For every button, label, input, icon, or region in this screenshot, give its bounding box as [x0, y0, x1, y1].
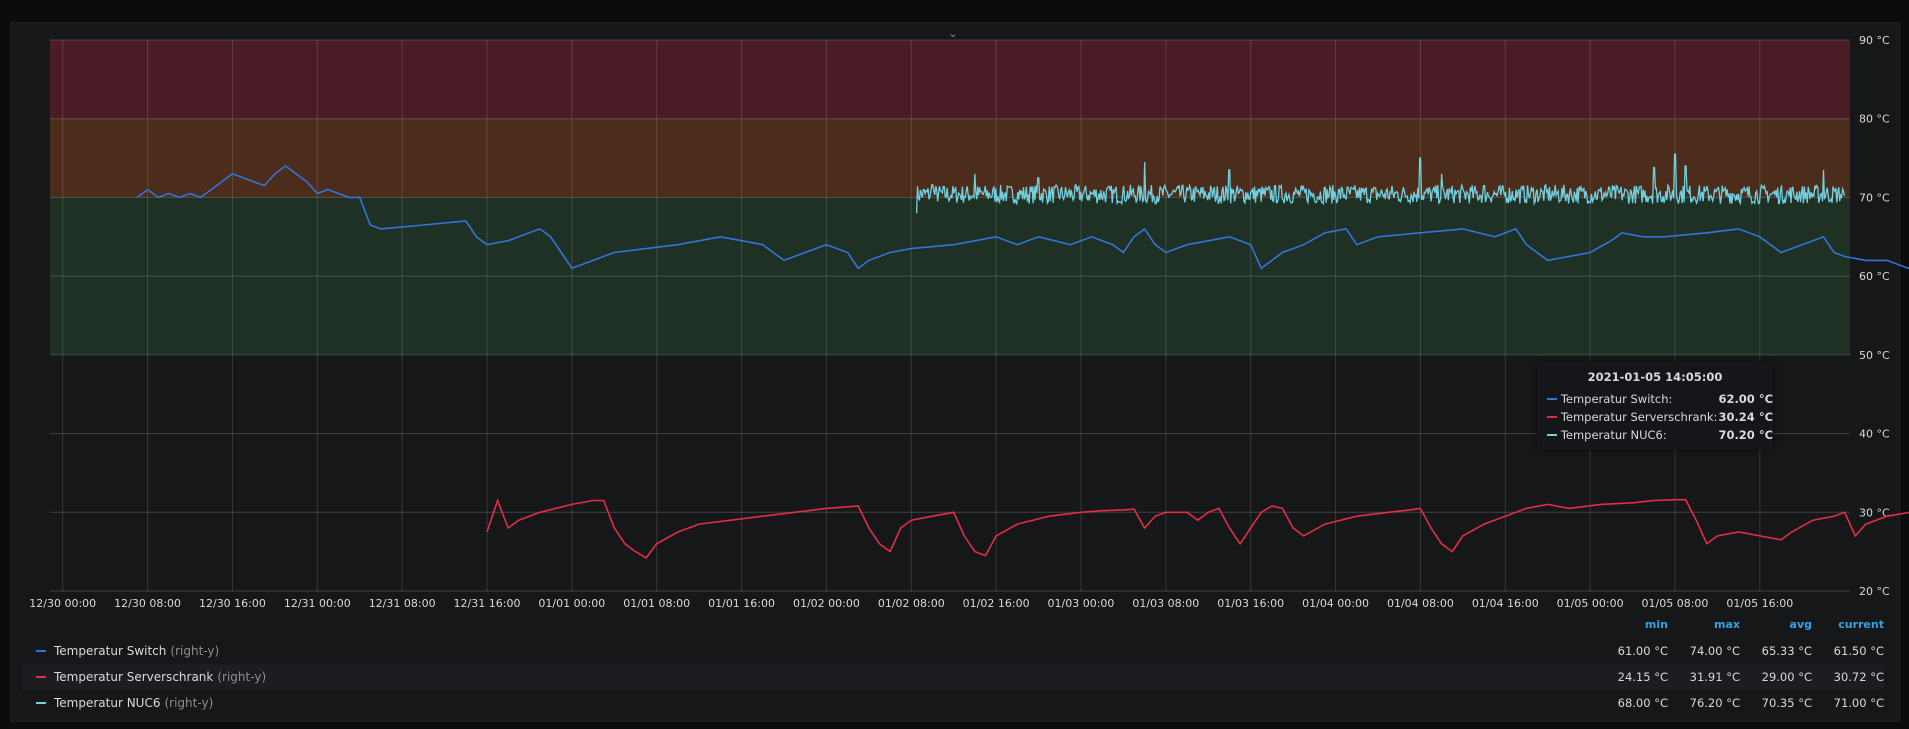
threshold-band — [50, 118, 1850, 198]
legend-row-serverschrank[interactable]: Temperatur Serverschrank (right-y) 24.15… — [22, 664, 1884, 690]
tooltip-swatch — [1547, 398, 1557, 400]
legend-series-name[interactable]: Temperatur Serverschrank — [54, 670, 213, 684]
x-tick-label: 12/30 16:00 — [199, 597, 266, 610]
legend-row-switch[interactable]: Temperatur Switch (right-y) 61.00 °C 74.… — [22, 638, 1884, 664]
hover-tooltip: 2021-01-05 14:05:00 Temperatur Switch: 6… — [1537, 362, 1773, 450]
x-tick-label: 01/01 16:00 — [708, 597, 775, 610]
legend-avg: 29.00 °C — [1761, 670, 1812, 684]
x-tick-label: 12/30 08:00 — [114, 597, 181, 610]
x-tick-label: 01/04 00:00 — [1302, 597, 1369, 610]
legend-min: 24.15 °C — [1617, 670, 1668, 684]
legend-axis-hint: (right-y) — [164, 696, 214, 710]
y-tick-label: 90 °C — [1859, 34, 1890, 47]
x-tick-label: 01/05 00:00 — [1557, 597, 1624, 610]
tooltip-swatch — [1547, 416, 1557, 418]
x-tick-label: 01/01 00:00 — [538, 597, 605, 610]
legend-values: 61.00 °C 74.00 °C 65.33 °C 61.50 °C — [1596, 638, 1884, 664]
x-tick-label: 12/30 00:00 — [29, 597, 96, 610]
legend-max: 76.20 °C — [1689, 696, 1740, 710]
series-color-swatch[interactable] — [36, 650, 46, 652]
legend-max: 74.00 °C — [1689, 644, 1740, 658]
temperature-chart[interactable]: 90 °C80 °C70 °C60 °C50 °C40 °C30 °C20 °C… — [0, 0, 1909, 620]
tooltip-row-nuc6: Temperatur NUC6: 70.20 °C — [1537, 426, 1773, 444]
legend-values: 24.15 °C 31.91 °C 29.00 °C 30.72 °C — [1596, 664, 1884, 690]
x-tick-label: 12/31 00:00 — [284, 597, 351, 610]
tooltip-row-serverschrank: Temperatur Serverschrank: 30.24 °C — [1537, 408, 1773, 426]
y-tick-label: 80 °C — [1859, 113, 1890, 126]
y-tick-label: 70 °C — [1859, 191, 1890, 204]
x-tick-label: 01/05 08:00 — [1642, 597, 1709, 610]
legend-row-nuc6[interactable]: Temperatur NUC6 (right-y) 68.00 °C 76.20… — [22, 690, 1884, 716]
x-tick-label: 01/03 08:00 — [1132, 597, 1199, 610]
tooltip-title: 2021-01-05 14:05:00 — [1587, 370, 1723, 384]
y-tick-label: 20 °C — [1859, 585, 1890, 598]
series-color-swatch[interactable] — [36, 676, 46, 678]
series-color-swatch[interactable] — [36, 702, 46, 704]
x-tick-label: 01/02 00:00 — [793, 597, 860, 610]
legend-current: 71.00 °C — [1833, 696, 1884, 710]
legend-axis-hint: (right-y) — [217, 670, 267, 684]
legend-axis-hint: (right-y) — [170, 644, 220, 658]
tooltip-swatch — [1547, 434, 1557, 436]
legend-series-name[interactable]: Temperatur NUC6 — [54, 696, 160, 710]
legend-max: 31.91 °C — [1689, 670, 1740, 684]
x-tick-label: 12/31 16:00 — [454, 597, 521, 610]
x-tick-label: 01/02 08:00 — [878, 597, 945, 610]
x-tick-label: 12/31 08:00 — [369, 597, 436, 610]
tooltip-series-value: 62.00 °C — [1718, 392, 1774, 406]
legend-min: 68.00 °C — [1617, 696, 1668, 710]
legend-header-avg[interactable]: avg — [1740, 618, 1812, 636]
tooltip-series-name: Temperatur Serverschrank: — [1560, 410, 1718, 424]
legend-header-max[interactable]: max — [1668, 618, 1740, 636]
y-tick-label: 60 °C — [1859, 270, 1890, 283]
x-tick-label: 01/04 16:00 — [1472, 597, 1539, 610]
y-tick-label: 40 °C — [1859, 428, 1890, 441]
legend-avg: 65.33 °C — [1761, 644, 1812, 658]
x-tick-label: 01/03 16:00 — [1217, 597, 1284, 610]
legend-current: 30.72 °C — [1833, 670, 1884, 684]
x-tick-label: 01/01 08:00 — [623, 597, 690, 610]
legend-header-current[interactable]: current — [1812, 618, 1884, 636]
legend-header-min[interactable]: min — [1596, 618, 1668, 636]
legend-min: 61.00 °C — [1617, 644, 1668, 658]
legend-current: 61.50 °C — [1833, 644, 1884, 658]
legend-avg: 70.35 °C — [1761, 696, 1812, 710]
x-tick-label: 01/03 00:00 — [1048, 597, 1115, 610]
x-tick-label: 01/05 16:00 — [1726, 597, 1793, 610]
tooltip-series-name: Temperatur NUC6: — [1560, 428, 1667, 442]
legend-header: min max avg current — [1596, 618, 1884, 636]
x-tick-label: 01/02 16:00 — [963, 597, 1030, 610]
legend-series-name[interactable]: Temperatur Switch — [54, 644, 166, 658]
tooltip-series-name: Temperatur Switch: — [1560, 392, 1673, 406]
y-tick-label: 50 °C — [1859, 349, 1890, 362]
threshold-band — [50, 40, 1850, 119]
tooltip-series-value: 70.20 °C — [1718, 428, 1774, 442]
series-line-serverschrank — [486, 498, 1909, 559]
legend-values: 68.00 °C 76.20 °C 70.35 °C 71.00 °C — [1596, 690, 1884, 716]
x-tick-label: 01/04 08:00 — [1387, 597, 1454, 610]
tooltip-series-value: 30.24 °C — [1718, 410, 1774, 424]
tooltip-row-switch: Temperatur Switch: 62.00 °C — [1537, 390, 1773, 408]
